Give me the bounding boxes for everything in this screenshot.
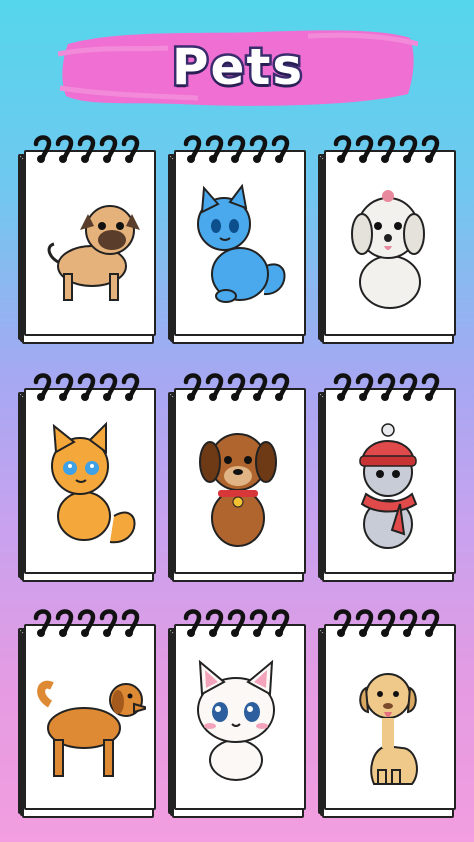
spiral-rings (180, 372, 298, 402)
pug-dog-icon (30, 178, 146, 324)
spiral-rings (180, 608, 298, 638)
labrador-dog-icon (330, 652, 446, 798)
pet-card-golden-retriever[interactable] (16, 608, 160, 818)
pet-card-pug[interactable] (16, 134, 160, 344)
spiral-rings (330, 134, 448, 164)
cat-with-hat-icon (330, 416, 446, 562)
pet-card-orange-kitten[interactable] (16, 372, 160, 582)
pets-grid (0, 0, 474, 842)
spiral-rings (30, 372, 148, 402)
spiral-rings (30, 134, 148, 164)
white-kitten-icon (180, 652, 296, 798)
brown-puppy-icon (180, 416, 296, 562)
pet-card-labrador[interactable] (316, 608, 460, 818)
spiral-rings (330, 372, 448, 402)
blue-cat-icon (180, 178, 296, 324)
pet-card-hat-cat[interactable] (316, 372, 460, 582)
orange-kitten-icon (30, 416, 146, 562)
pet-card-blue-cat[interactable] (166, 134, 310, 344)
pet-card-white-dog[interactable] (316, 134, 460, 344)
spiral-rings (180, 134, 298, 164)
pet-card-brown-puppy[interactable] (166, 372, 310, 582)
spiral-rings (330, 608, 448, 638)
white-maltese-dog-icon (330, 178, 446, 324)
golden-retriever-icon (30, 652, 152, 798)
spiral-rings (30, 608, 148, 638)
pet-card-white-kitten[interactable] (166, 608, 310, 818)
